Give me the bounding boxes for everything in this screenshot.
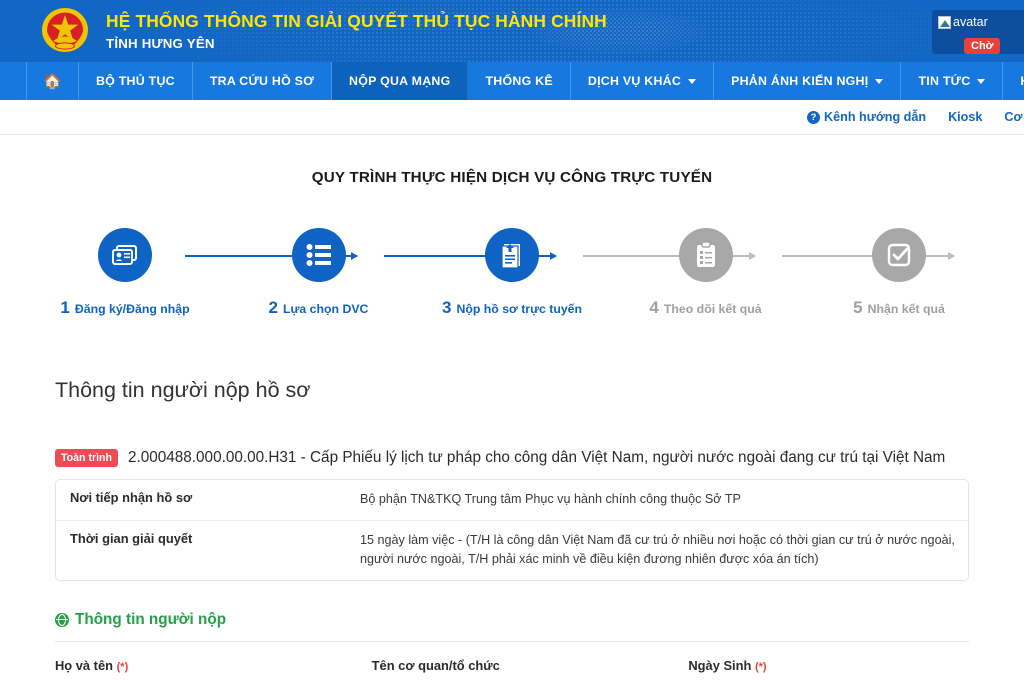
process-steps: 1 Đăng ký/Đăng nhập 2 Lựa chọn DVC 3 Nộp… <box>0 228 1024 318</box>
nav-label: BỘ THỦ TỤC <box>95 74 175 88</box>
step-number: 4 <box>649 298 659 317</box>
step-text: Theo dõi kết quả <box>663 302 762 316</box>
procedure-header: Toàn trình 2.000488.000.00.00.H31 - Cấp … <box>55 449 969 467</box>
table-row: Thời gian giải quyết 15 ngày làm việc - … <box>56 521 968 580</box>
nav-label: NỘP QUA MẠNG <box>349 74 451 88</box>
procedure-info-table: Nơi tiếp nhận hồ sơ Bộ phận TN&TKQ Trung… <box>55 479 969 581</box>
nav-item-home[interactable]: 🏠 <box>26 62 79 100</box>
process-step-3-label: 3 Nộp hồ sơ trực tuyến <box>442 298 582 318</box>
nav-item-dich-vu-khac[interactable]: DỊCH VỤ KHÁC <box>571 62 715 100</box>
nav-label: KHO DỮ LIỆU <box>1020 74 1024 88</box>
avatar[interactable]: avatar <box>938 15 988 29</box>
form-section-heading-label: Thông tin người nộp <box>75 610 227 628</box>
nav-label: PHẢN ÁNH KIẾN NGHỊ <box>731 74 869 88</box>
form-section-heading: Thông tin người nộp <box>55 611 969 641</box>
broken-image-icon <box>938 15 951 29</box>
globe-icon <box>55 612 69 627</box>
nav-item-thong-ke[interactable]: THỐNG KÊ <box>468 62 571 100</box>
account-box[interactable]: avatar Chờ <box>932 10 1024 54</box>
site-header: HỆ THỐNG THÔNG TIN GIẢI QUYẾT THỦ TỤC HÀ… <box>0 0 1024 62</box>
question-mark-icon: ? <box>807 110 821 124</box>
field-ngay-sinh: Ngày Sinh (*) <box>688 658 969 680</box>
nav-item-nop-qua-mang[interactable]: NỘP QUA MẠNG <box>332 62 469 100</box>
sublink-kiosk[interactable]: Kiosk <box>948 110 982 124</box>
sublink-kenh-huong-dan[interactable]: ? Kênh hướng dẫn <box>807 110 926 124</box>
site-title: HỆ THỐNG THÔNG TIN GIẢI QUYẾT THỦ TỤC HÀ… <box>106 11 607 32</box>
chevron-down-icon <box>875 78 884 84</box>
step-text: Lựa chọn DVC <box>283 302 369 316</box>
site-subtitle: TỈNH HƯNG YÊN <box>106 35 215 51</box>
status-badge: Toàn trình <box>55 449 118 467</box>
required-marker: (*) <box>116 660 129 673</box>
step-text: Nhận kết quả <box>867 302 945 316</box>
nav-item-tra-cuu-ho-so[interactable]: TRA CỨU HỒ SƠ <box>193 62 333 100</box>
step-text: Nộp hồ sơ trực tuyến <box>456 302 583 316</box>
step-number: 2 <box>268 298 279 317</box>
step-number: 1 <box>60 298 70 317</box>
chevron-down-icon <box>688 78 697 84</box>
procedure-name: 2.000488.000.00.00.H31 - Cấp Phiếu lý lị… <box>128 449 946 466</box>
nav-label: TRA CỨU HỒ SƠ <box>209 74 315 88</box>
nav-label: THỐNG KÊ <box>485 74 553 88</box>
process-step-2-label: 2 Lựa chọn DVC <box>269 298 369 318</box>
field-label-text: Ngày Sinh <box>688 657 752 673</box>
process-title: QUY TRÌNH THỰC HIỆN DỊCH VỤ CÔNG TRỰC TU… <box>311 169 713 186</box>
list-icon <box>291 228 346 282</box>
avatar-alt-text: avatar <box>953 15 988 29</box>
field-ho-va-ten: Họ và tên (*) <box>55 658 336 680</box>
field-label-text: Tên cơ quan/tổ chức <box>371 657 500 673</box>
info-label: Nơi tiếp nhận hồ sơ <box>70 490 193 505</box>
page-title: Thông tin người nộp hồ sơ <box>55 378 311 402</box>
process-step-4-label: 4 Theo dõi kết quả <box>649 298 761 318</box>
process-step-1-label: 1 Đăng ký/Đăng nhập <box>60 298 189 318</box>
id-card-icon <box>98 228 152 282</box>
main-navigation: 🏠 BỘ THỦ TỤC TRA CỨU HỒ SƠ NỘP QUA MẠNG … <box>0 62 1024 100</box>
main-content: Thông tin người nộp hồ sơ Toàn trình 2.0… <box>0 378 1024 680</box>
info-label: Thời gian giải quyết <box>70 530 193 546</box>
header-title-block: HỆ THỐNG THÔNG TIN GIẢI QUYẾT THỦ TỤC HÀ… <box>106 11 607 50</box>
connector-4-5 <box>782 252 955 260</box>
table-row: Nơi tiếp nhận hồ sơ Bộ phận TN&TKQ Trung… <box>56 480 968 521</box>
nav-item-kho-du-lieu[interactable]: KHO DỮ LIỆU <box>1003 62 1024 100</box>
logout-button[interactable]: Chờ <box>964 37 1001 54</box>
nav-label: TIN TỨC <box>918 74 971 88</box>
field-label: Họ và tên (*) <box>55 658 336 673</box>
secondary-links: ? Kênh hướng dẫn Kiosk Cơ quan <box>0 100 1024 135</box>
info-value: Bộ phận TN&TKQ Trung tâm Phục vụ hành ch… <box>360 492 741 506</box>
home-icon: 🏠 <box>43 73 62 90</box>
step-number: 3 <box>441 298 452 317</box>
submitter-form-row: Họ và tên (*) Tên cơ quan/tổ chức Ngày S… <box>55 640 969 680</box>
sublink-label: Kênh hướng dẫn <box>824 110 927 124</box>
step-number: 5 <box>853 298 863 317</box>
nav-item-bo-thu-tuc[interactable]: BỘ THỦ TỤC <box>79 62 193 100</box>
field-label: Ngày Sinh (*) <box>688 658 969 673</box>
nav-item-tin-tuc[interactable]: TIN TỨC <box>901 62 1004 100</box>
field-label: Tên cơ quan/tổ chức <box>372 658 653 673</box>
required-marker: (*) <box>754 660 767 673</box>
info-value: 15 ngày làm việc - (T/H là công dân Việt… <box>360 532 955 567</box>
process-diagram: QUY TRÌNH THỰC HIỆN DỊCH VỤ CÔNG TRỰC TU… <box>0 135 1024 318</box>
field-label-text: Họ và tên <box>55 657 114 673</box>
upload-document-icon <box>485 228 539 282</box>
field-ten-co-quan: Tên cơ quan/tổ chức <box>372 658 653 680</box>
vietnam-national-emblem-icon <box>38 5 92 57</box>
step-text: Đăng ký/Đăng nhập <box>74 302 190 316</box>
check-square-icon <box>872 228 926 282</box>
clipboard-checklist-icon <box>678 228 733 282</box>
nav-label: DỊCH VỤ KHÁC <box>587 74 682 88</box>
process-step-5-label: 5 Nhận kết quả <box>853 298 945 318</box>
sublink-co-quan[interactable]: Cơ quan <box>1004 110 1024 124</box>
chevron-down-icon <box>977 78 986 84</box>
nav-item-phan-anh-kien-nghi[interactable]: PHẢN ÁNH KIẾN NGHỊ <box>714 62 902 100</box>
